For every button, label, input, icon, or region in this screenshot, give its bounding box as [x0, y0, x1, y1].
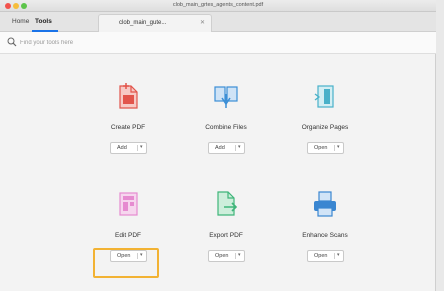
tool-label: Combine Files [205, 124, 247, 131]
tool-label: Enhance Scans [302, 232, 348, 239]
tool-enhance-scans[interactable]: Enhance Scans Open ▾ [280, 188, 370, 278]
export-pdf-open-button[interactable]: Open ▾ [208, 250, 245, 262]
create-pdf-add-button[interactable]: Add ▾ [110, 142, 147, 154]
chevron-down-icon[interactable]: ▾ [337, 144, 340, 150]
chevron-down-icon[interactable]: ▾ [238, 252, 241, 258]
acrobat-window: clob_main_grtes_agents_content.pdf Home … [0, 0, 436, 291]
tool-combine-files[interactable]: Combine Files Add ▾ [181, 80, 271, 170]
search-icon [7, 37, 17, 47]
export-pdf-icon [217, 191, 238, 216]
combine-files-icon [214, 86, 238, 108]
tab-bar: Home Tools clob_main_gute... ✕ [0, 12, 436, 32]
close-icon[interactable]: ✕ [200, 19, 205, 26]
tab-home[interactable]: Home [12, 18, 29, 25]
tool-export-pdf[interactable]: Export PDF Open ▾ [181, 188, 271, 278]
title-bar: clob_main_grtes_agents_content.pdf [0, 0, 436, 12]
combine-files-add-button[interactable]: Add ▾ [208, 142, 245, 154]
enhance-scans-icon [314, 191, 336, 217]
edit-pdf-icon [119, 192, 138, 216]
create-pdf-icon [119, 83, 138, 109]
tool-label: Organize Pages [301, 124, 349, 131]
tool-create-pdf[interactable]: Create PDF Add ▾ [83, 80, 173, 170]
chevron-down-icon[interactable]: ▾ [238, 144, 241, 150]
tool-label: Export PDF [209, 232, 243, 239]
enhance-scans-open-button[interactable]: Open ▾ [307, 250, 344, 262]
organize-pages-open-button[interactable]: Open ▾ [307, 142, 344, 154]
document-tab-label: clob_main_gute... [119, 20, 167, 26]
highlight-box [93, 248, 159, 278]
tool-label: Create PDF [110, 124, 146, 131]
chevron-down-icon[interactable]: ▾ [337, 252, 340, 258]
tab-tools[interactable]: Tools [35, 18, 52, 25]
tool-organize-pages[interactable]: Organize Pages Open ▾ [280, 80, 370, 170]
window-title: clob_main_grtes_agents_content.pdf [172, 2, 264, 8]
tool-label: Edit PDF [114, 232, 141, 239]
tool-search-input[interactable] [20, 37, 180, 49]
chevron-down-icon[interactable]: ▾ [140, 144, 143, 150]
document-tab[interactable]: clob_main_gute... ✕ [98, 14, 212, 32]
tool-search-bar [0, 32, 436, 54]
organize-pages-icon [314, 85, 334, 108]
